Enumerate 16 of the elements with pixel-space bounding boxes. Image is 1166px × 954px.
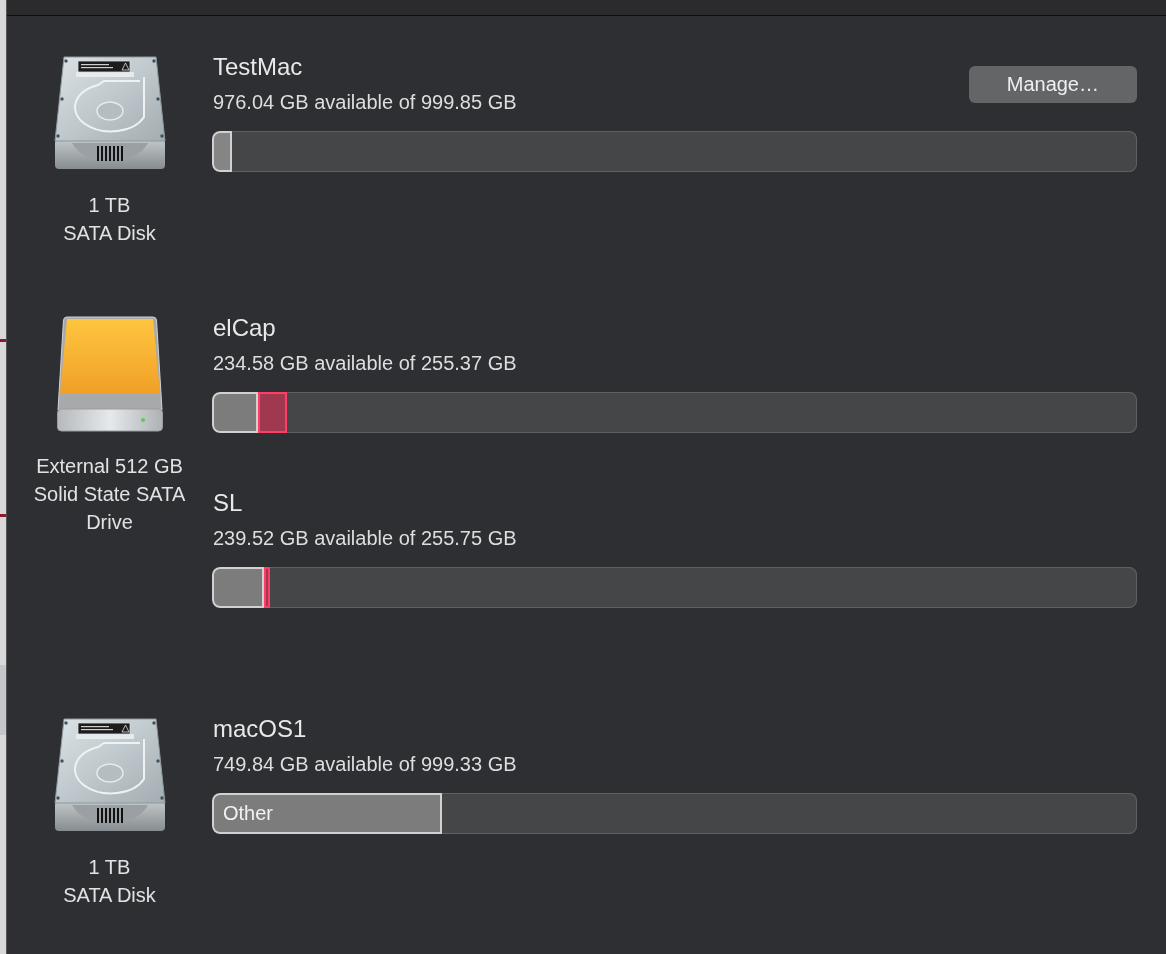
volume-name: SL: [213, 489, 244, 517]
hard-disk-icon: [51, 717, 168, 833]
volume-name: TestMac: [213, 53, 304, 81]
volume-capacity: 234.58 GB available of 255.37 GB: [213, 351, 517, 376]
volume-name: elCap: [213, 314, 277, 342]
disk-description: External 512 GB Solid State SATA Drive: [33, 454, 186, 535]
hard-disk-icon: [51, 55, 168, 171]
usage-segment: Other: [212, 793, 443, 834]
disk-description: 1 TB SATA Disk: [63, 193, 156, 246]
volume-name: macOS1: [213, 715, 308, 743]
manage-button[interactable]: Manage…: [968, 66, 1137, 103]
disk-description: 1 TB SATA Disk: [63, 855, 156, 908]
volume-capacity: 749.84 GB available of 999.33 GB: [213, 752, 517, 777]
volume-capacity: 976.04 GB available of 999.85 GB: [213, 90, 517, 115]
external-drive-icon: [56, 316, 163, 432]
volume-capacity: 239.52 GB available of 255.75 GB: [213, 526, 517, 551]
